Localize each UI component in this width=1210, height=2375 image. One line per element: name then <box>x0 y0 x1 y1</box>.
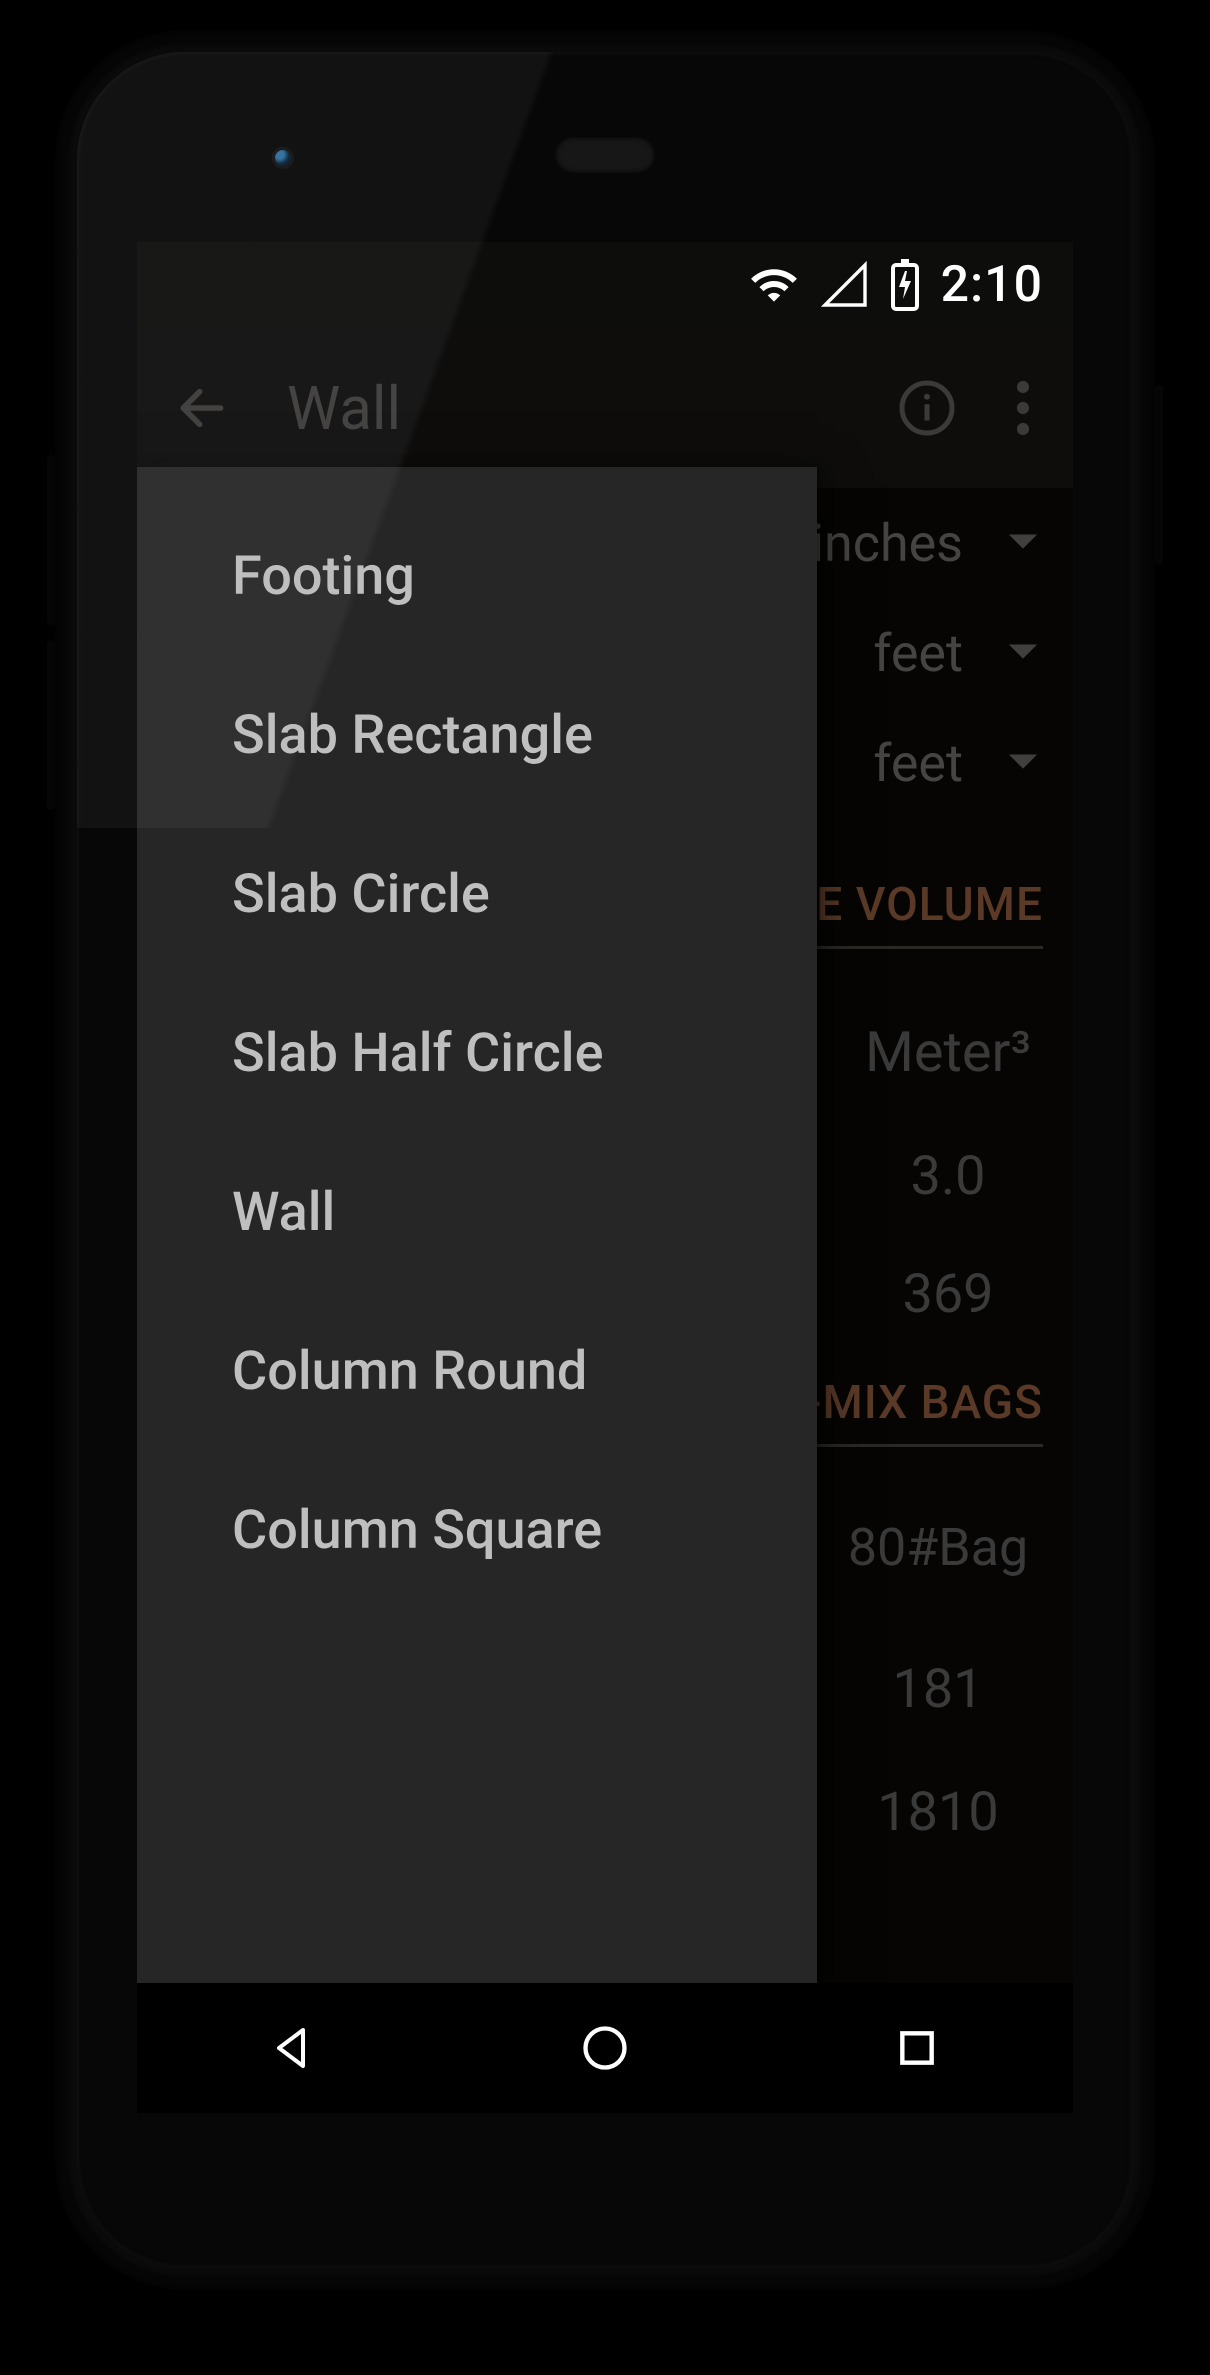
menu-item-column-round[interactable]: Column Round <box>137 1292 817 1451</box>
front-camera <box>272 147 294 169</box>
nav-back-button[interactable] <box>262 2017 324 2079</box>
volume-rocker-down-stub <box>47 640 55 810</box>
shape-type-menu: Footing Slab Rectangle Slab Circle Slab … <box>137 467 817 2003</box>
nav-home-button[interactable] <box>574 2017 636 2079</box>
menu-item-slab-half-circle[interactable]: Slab Half Circle <box>137 974 817 1133</box>
menu-item-column-square[interactable]: Column Square <box>137 1451 817 1610</box>
menu-item-wall[interactable]: Wall <box>137 1133 817 1292</box>
power-button-stub <box>1155 385 1163 565</box>
phone-frame: 2:10 Wall <box>55 30 1155 2290</box>
earpiece <box>555 137 655 173</box>
nav-recent-button[interactable] <box>886 2017 948 2079</box>
menu-item-footing[interactable]: Footing <box>137 497 817 656</box>
menu-item-slab-circle[interactable]: Slab Circle <box>137 815 817 974</box>
volume-rocker-up-stub <box>47 455 55 625</box>
menu-item-slab-rectangle[interactable]: Slab Rectangle <box>137 656 817 815</box>
android-nav-bar <box>137 1983 1073 2113</box>
device-screen: 2:10 Wall <box>137 242 1073 2003</box>
